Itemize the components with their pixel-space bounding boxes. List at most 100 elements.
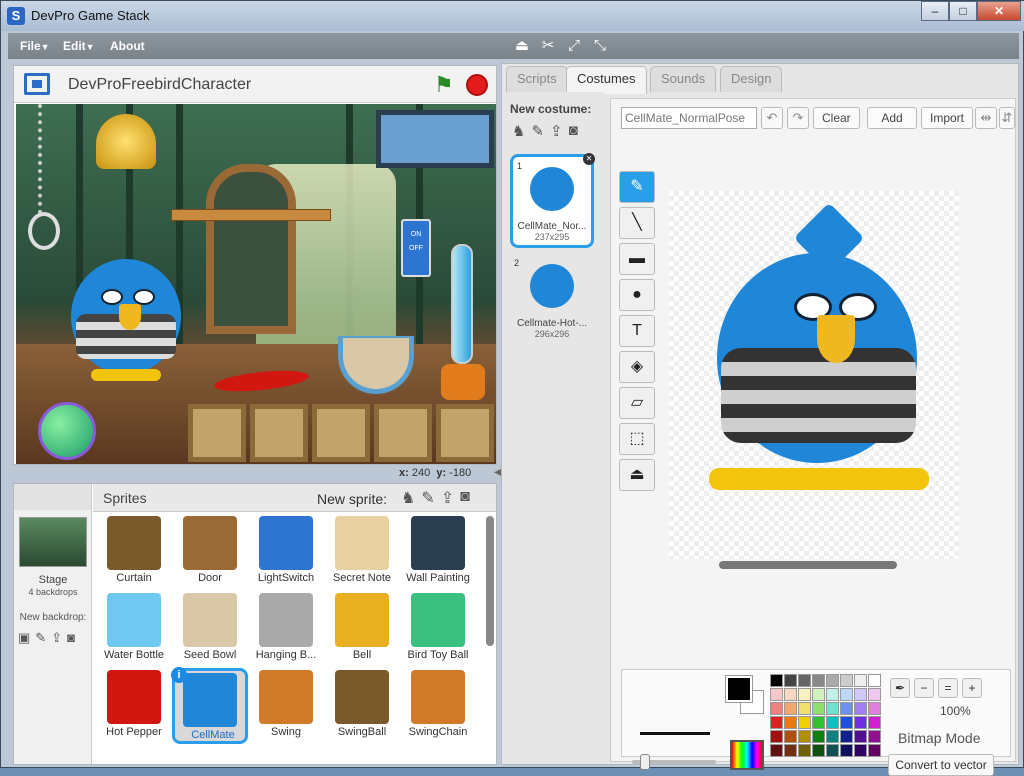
color-swatch[interactable] (854, 688, 867, 701)
color-swatch[interactable] (826, 744, 839, 757)
color-swatch[interactable] (812, 702, 825, 715)
sprite-tile[interactable]: Secret Note (324, 514, 400, 590)
wall-painting-sprite[interactable] (376, 110, 494, 168)
color-swatch[interactable] (770, 716, 783, 729)
backdrop-library-icon[interactable]: ▣ (18, 630, 30, 646)
color-swatch[interactable] (868, 730, 881, 743)
color-swatch[interactable] (826, 702, 839, 715)
line-icon[interactable]: ╲ (619, 207, 655, 239)
sprite-tile[interactable]: LightSwitch (248, 514, 324, 590)
sprite-tile[interactable]: Door (172, 514, 248, 590)
color-swatch[interactable] (784, 730, 797, 743)
water-bottle-sprite[interactable] (441, 244, 485, 404)
tab-design[interactable]: Design (720, 66, 783, 92)
color-swatch[interactable] (770, 674, 783, 687)
color-swatch[interactable] (798, 674, 811, 687)
tab-costumes[interactable]: Costumes (566, 66, 647, 94)
menu-file[interactable]: File▼ (20, 39, 50, 53)
paint-canvas[interactable] (669, 191, 959, 559)
color-swatch[interactable] (840, 702, 853, 715)
inventory-slot[interactable] (312, 404, 370, 462)
color-swatch[interactable] (812, 688, 825, 701)
color-swatch[interactable] (840, 744, 853, 757)
canvas-scrollbar[interactable] (719, 561, 897, 569)
sprite-tile[interactable]: Hanging B... (248, 591, 324, 667)
color-swatch[interactable] (784, 688, 797, 701)
color-swatch[interactable] (784, 716, 797, 729)
inventory-slot[interactable] (250, 404, 308, 462)
color-swatch[interactable] (770, 688, 783, 701)
sprite-tile[interactable]: CellMate i (171, 667, 248, 744)
stamp-tool-icon[interactable]: ⏏ (513, 37, 531, 55)
upload-costume-icon[interactable]: ⇪ (550, 122, 563, 140)
color-swatch[interactable] (826, 730, 839, 743)
bell-sprite[interactable] (96, 114, 156, 169)
color-picker-icon[interactable] (730, 740, 764, 770)
color-swatch[interactable] (784, 674, 797, 687)
color-swatch[interactable] (854, 674, 867, 687)
color-swatch[interactable] (812, 730, 825, 743)
color-swatch[interactable] (868, 716, 881, 729)
green-flag-icon[interactable]: ⚑ (434, 72, 454, 98)
color-swatch[interactable] (784, 744, 797, 757)
color-swatch[interactable] (868, 674, 881, 687)
select-icon[interactable]: ⬚ (619, 423, 655, 455)
hanging-ring-sprite[interactable] (28, 212, 60, 250)
color-swatch[interactable] (868, 744, 881, 757)
paint-sprite-icon[interactable]: ✎ (421, 488, 434, 508)
costume-item[interactable]: 2 Cellmate-Hot-... 296x296 (510, 254, 594, 348)
hanging-chain-sprite[interactable] (38, 104, 48, 214)
color-swatch[interactable] (798, 730, 811, 743)
color-swatch[interactable] (854, 716, 867, 729)
color-swatch[interactable] (812, 674, 825, 687)
eyedropper-icon[interactable]: ✒ (890, 678, 910, 698)
color-swatch[interactable] (770, 744, 783, 757)
camera-sprite-icon[interactable]: ◙ (460, 488, 470, 508)
camera-costume-icon[interactable]: ◙ (569, 122, 578, 140)
sprite-tile[interactable]: Swing (248, 668, 324, 744)
color-swatch[interactable] (854, 744, 867, 757)
costume-library-icon[interactable]: ♞ (512, 122, 525, 140)
color-swatch[interactable] (812, 744, 825, 757)
text-icon[interactable]: T (619, 315, 655, 347)
color-swatch[interactable] (770, 730, 783, 743)
sprite-library-icon[interactable]: ♞ (401, 488, 415, 508)
grow-tool-icon[interactable]: ⤢ (565, 37, 583, 55)
clear-button[interactable]: Clear (813, 107, 860, 129)
stage-canvas[interactable]: ON OFF (16, 104, 496, 464)
color-swatch[interactable] (840, 674, 853, 687)
color-swatch[interactable] (826, 688, 839, 701)
fill-icon[interactable]: ◈ (619, 351, 655, 383)
tab-sounds[interactable]: Sounds (650, 66, 717, 92)
camera-backdrop-icon[interactable]: ◙ (67, 630, 75, 646)
stamp-icon[interactable]: ⏏ (619, 459, 655, 491)
color-swatch[interactable] (854, 702, 867, 715)
maximize-button[interactable]: □ (949, 1, 977, 21)
sprite-tile[interactable]: Curtain (96, 514, 172, 590)
lightswitch-sprite[interactable]: ON OFF (401, 219, 431, 277)
stage-thumbnail[interactable] (19, 517, 87, 567)
paint-backdrop-icon[interactable]: ✎ (35, 630, 46, 646)
costume-name-input[interactable]: CellMate_NormalPose (621, 107, 757, 129)
delete-costume-icon[interactable]: ✕ (583, 153, 595, 165)
color-swatch[interactable] (840, 688, 853, 701)
upload-backdrop-icon[interactable]: ⇪ (51, 630, 62, 646)
color-swatch[interactable] (854, 730, 867, 743)
color-swatch[interactable] (784, 702, 797, 715)
sprite-tile[interactable]: Bird Toy Ball (400, 591, 476, 667)
brush-icon[interactable]: ✎ (619, 171, 655, 203)
color-swatch[interactable] (840, 716, 853, 729)
cellmate-sprite[interactable] (71, 239, 191, 389)
color-swatch[interactable] (812, 716, 825, 729)
costume-item[interactable]: 1 ✕ CellMate_Nor... 237x295 (510, 153, 595, 248)
color-swatch[interactable] (826, 716, 839, 729)
minimize-button[interactable]: – (921, 1, 949, 21)
flip-vertical-icon[interactable]: ⇵ (999, 107, 1015, 129)
inventory-slot[interactable] (188, 404, 246, 462)
shrink-tool-icon[interactable]: ⤡ (591, 37, 609, 55)
sprite-tile[interactable]: Seed Bowl (172, 591, 248, 667)
sprite-tile[interactable]: Hot Pepper (96, 668, 172, 744)
menu-edit[interactable]: Edit▼ (63, 39, 95, 53)
add-button[interactable]: Add (867, 107, 917, 129)
inventory-slot[interactable] (374, 404, 432, 462)
